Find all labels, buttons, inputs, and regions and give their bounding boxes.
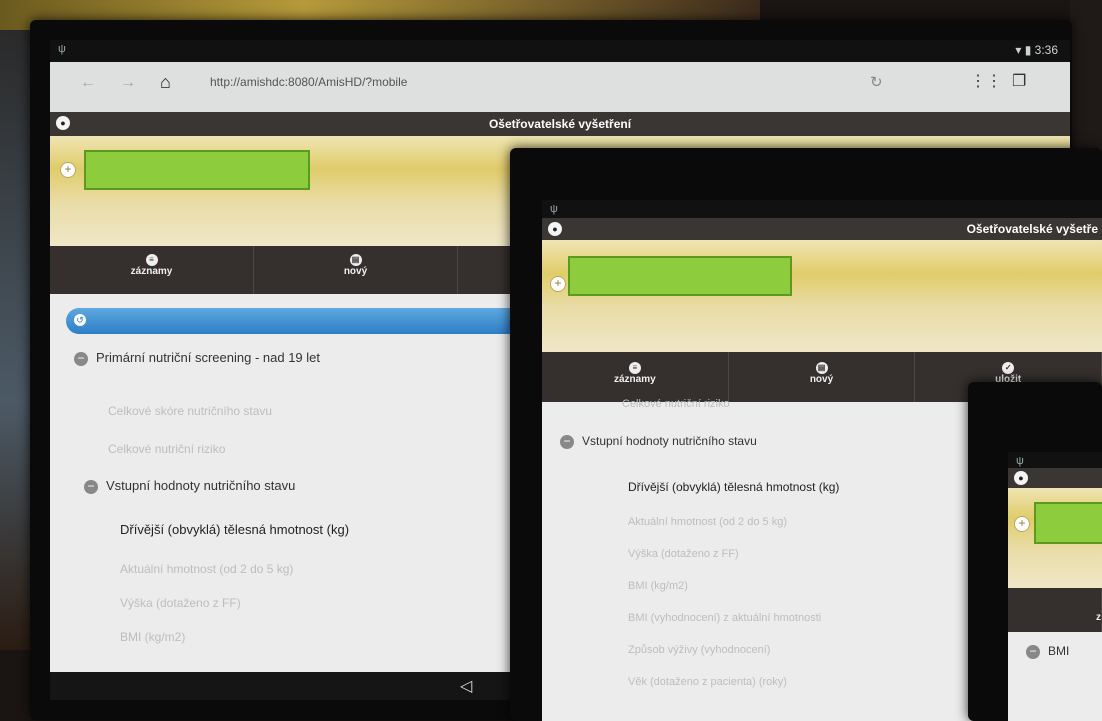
records-button[interactable]: ≡ záznamy [542, 352, 729, 402]
new-label: nový [809, 374, 834, 385]
redacted-patient-name [568, 256, 792, 296]
browser-toolbar: ← → ⌂ http://amishdc:8080/AmisHD/?mobile… [50, 62, 1070, 113]
list-item[interactable]: BMI (kg/m2) [120, 630, 185, 644]
app-title-bar: ● Ošetřovatelské vyšetření [50, 112, 1070, 136]
new-button[interactable]: ▤ nový [254, 246, 458, 294]
checkmark-icon: ✓ [1002, 362, 1015, 374]
list-icon: ≡ [628, 362, 641, 374]
reload-icon[interactable]: ↻ [870, 73, 883, 91]
usb-debug-icon: ψ [1016, 455, 1024, 467]
document-icon: ▤ [349, 254, 362, 266]
list-item[interactable]: BMI (vyhodnocení) z aktuální hmotnosti [628, 612, 821, 624]
tablet-right-screen: ψ ● + z − BMI [1008, 452, 1102, 721]
app-title-bar: ● [1008, 468, 1102, 488]
section-label: BMI [1048, 644, 1070, 658]
back-arrow-icon[interactable]: ← [80, 74, 96, 92]
records-button[interactable]: z [1008, 588, 1102, 632]
section-label: Vstupní hodnoty nutričního stavu [582, 434, 757, 448]
menu-button[interactable]: ● [56, 116, 70, 130]
list-item[interactable]: Výška (dotaženo z FF) [120, 596, 241, 610]
new-button[interactable]: ▤ nový [729, 352, 916, 402]
list-item[interactable]: Celkové nutriční riziko [622, 398, 730, 410]
list-item[interactable]: Celkové nutriční riziko [108, 442, 225, 456]
wifi-icon: ▾ [1015, 43, 1022, 57]
redacted-patient-name [1034, 502, 1102, 544]
list-item[interactable]: Aktuální hmotnost (od 2 do 5 kg) [628, 516, 787, 528]
list-item[interactable]: Aktuální hmotnost (od 2 do 5 kg) [120, 562, 293, 576]
section-label: Vstupní hodnoty nutričního stavu [106, 478, 296, 493]
active-list-item[interactable]: Dřívější (obvyklá) tělesná hmotnost (kg) [120, 522, 349, 537]
list-item[interactable]: BMI (kg/m2) [628, 580, 688, 592]
collapse-icon[interactable]: − [74, 351, 88, 366]
apps-grid-icon[interactable]: ⋮⋮ [970, 71, 1002, 91]
usb-debug-icon: ψ [550, 203, 558, 215]
app-title-bar: ● Ošetřovatelské vyšetře [542, 218, 1102, 240]
patient-header: + [542, 240, 1102, 352]
address-bar[interactable]: http://amishdc:8080/AmisHD/?mobile [210, 75, 407, 89]
collapse-icon[interactable]: − [1026, 644, 1040, 659]
collapse-icon[interactable]: − [560, 434, 574, 449]
page-title: Ošetřovatelské vyšetře [966, 222, 1098, 236]
records-label: záznamy [613, 374, 656, 385]
home-icon[interactable]: ⌂ [160, 72, 171, 93]
redacted-patient-name [84, 150, 310, 190]
status-indicators: ▾ ▮ 3:36 [1015, 43, 1058, 57]
records-label-fragment: z [1096, 612, 1101, 623]
section-header[interactable]: − Primární nutriční screening - nad 19 le… [74, 350, 320, 366]
menu-button[interactable]: ● [1014, 471, 1028, 485]
list-item[interactable]: Celkové skóre nutričního stavu [108, 404, 272, 418]
status-bar: ψ [542, 200, 1102, 218]
document-icon: ▤ [815, 362, 828, 374]
section-header[interactable]: − BMI [1026, 644, 1069, 659]
patient-header: + [1008, 488, 1102, 588]
menu-button[interactable]: ● [548, 222, 562, 236]
action-toolbar: z [1008, 588, 1102, 632]
expand-patient-icon[interactable]: + [1014, 516, 1030, 532]
records-label: záznamy [130, 266, 173, 277]
new-label: nový [343, 266, 368, 277]
active-list-item[interactable]: Dřívější (obvyklá) tělesná hmotnost (kg) [628, 480, 839, 494]
status-bar: ψ [1008, 452, 1102, 468]
status-bar: ψ ▾ ▮ 3:36 [50, 40, 1070, 62]
list-icon: ≡ [145, 254, 158, 266]
back-icon[interactable]: ↺ [74, 314, 86, 326]
collapse-icon[interactable]: − [84, 479, 98, 494]
forward-arrow-icon[interactable]: → [120, 74, 136, 92]
section-header[interactable]: − Vstupní hodnoty nutričního stavu [560, 434, 757, 449]
form-content: − BMI [1008, 632, 1102, 721]
records-button[interactable]: ≡ záznamy [50, 246, 254, 294]
background-surface-right [1070, 0, 1102, 160]
page-title: Ošetřovatelské vyšetření [488, 117, 632, 131]
tablet-right: ψ ● + z − BMI [968, 382, 1102, 721]
expand-patient-icon[interactable]: + [550, 276, 566, 292]
battery-icon: ▮ [1024, 43, 1032, 57]
tabs-icon[interactable]: ❐ [1012, 71, 1026, 91]
expand-patient-icon[interactable]: + [60, 162, 76, 178]
nav-back-icon[interactable]: ◁ [460, 676, 472, 696]
list-item[interactable]: Způsob výživy (vyhodnocení) [628, 644, 770, 656]
status-time: 3:36 [1034, 43, 1058, 57]
section-label: Primární nutriční screening - nad 19 let [96, 350, 320, 365]
list-item[interactable]: Věk (dotaženo z pacienta) (roky) [628, 676, 787, 688]
list-item[interactable]: Výška (dotaženo z FF) [628, 548, 739, 560]
usb-debug-icon: ψ [58, 43, 66, 55]
section-header[interactable]: − Vstupní hodnoty nutričního stavu [84, 478, 295, 494]
